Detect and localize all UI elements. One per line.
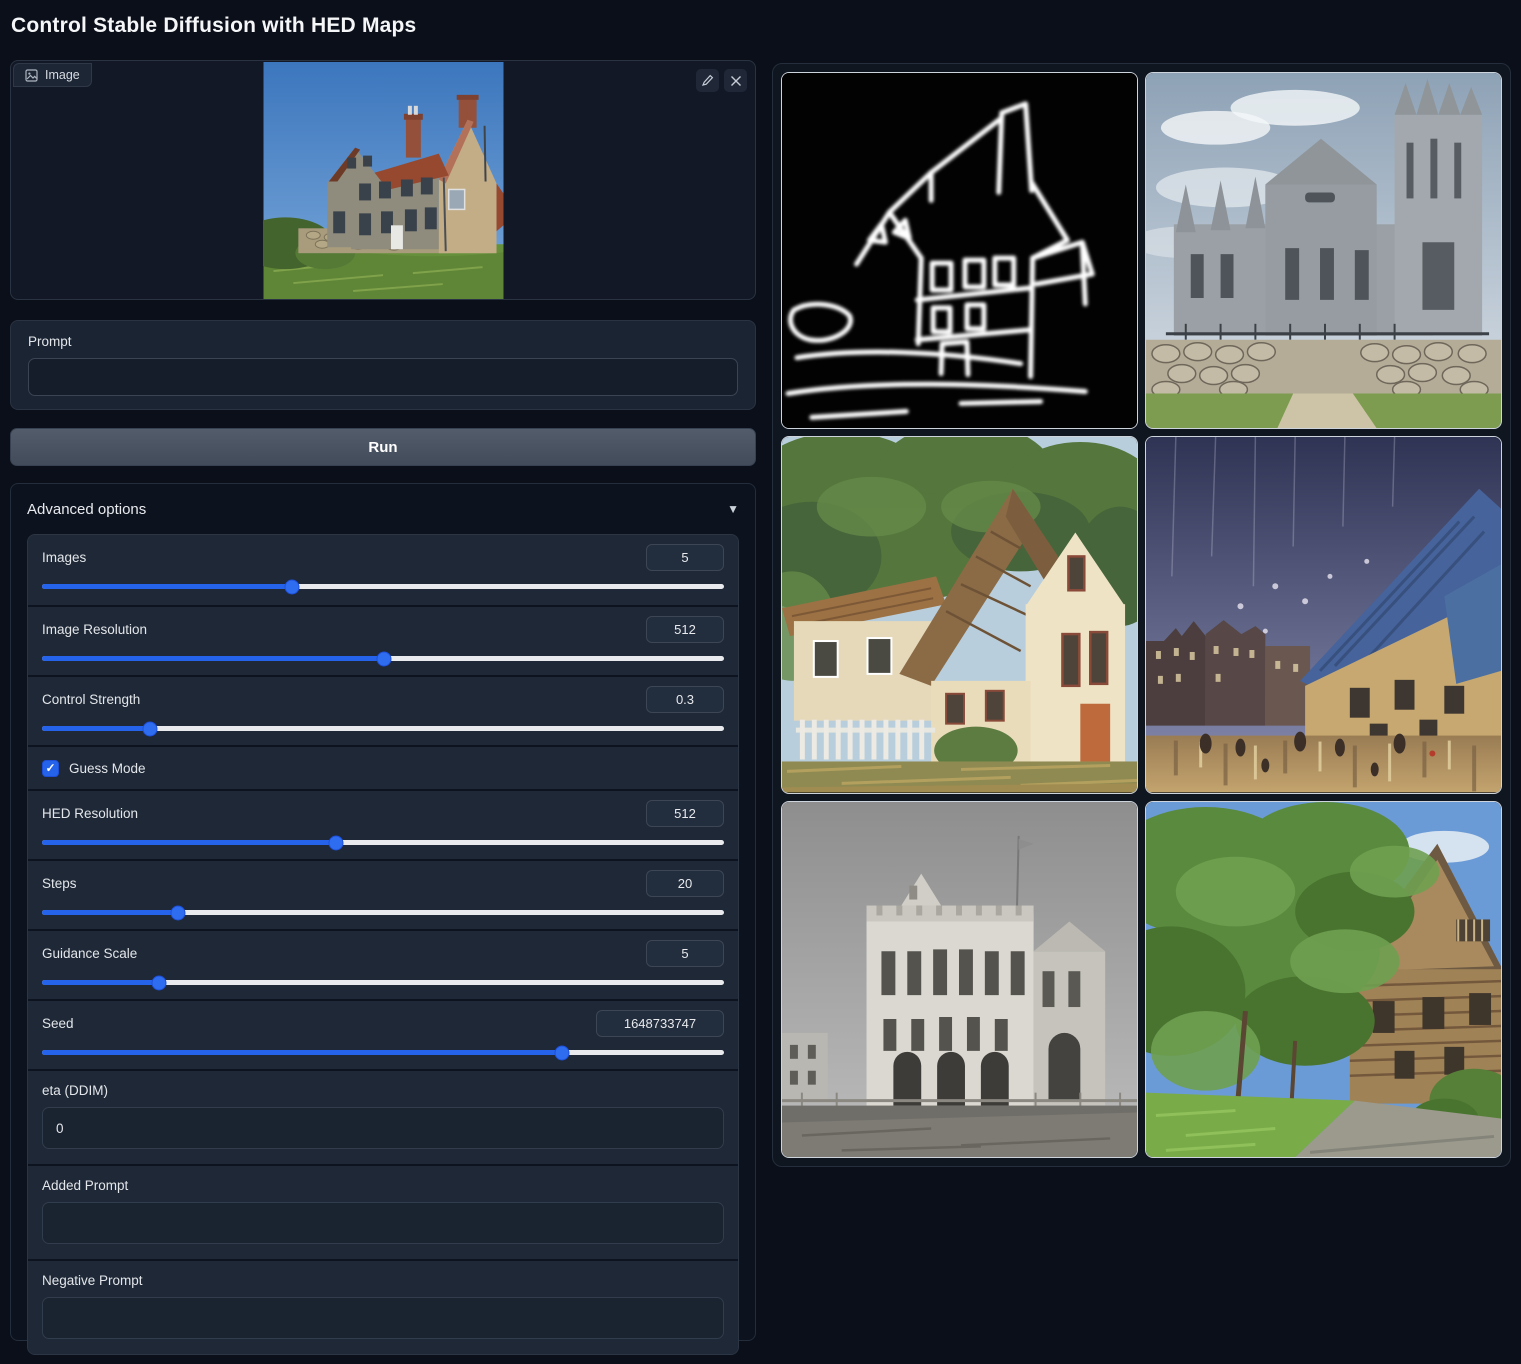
slider-thumb[interactable] [142,721,157,736]
image-resolution-slider[interactable] [42,656,724,661]
steps-number-input[interactable]: 20 [646,870,724,897]
prompt-input[interactable] [28,358,738,396]
dusk-street-illustration [1146,437,1501,792]
eta-row: eta (DDIM) 0 [28,1069,738,1164]
cream-cottage-illustration [782,437,1137,792]
advanced-options-panel: Advanced options ▼ Images 5 Image Resolu… [10,483,756,1341]
seed-number-input[interactable]: 1648733747 [596,1010,724,1037]
slider-fill [42,840,336,845]
uploaded-image[interactable] [263,62,504,299]
prompt-label: Prompt [28,334,738,349]
app-window: Control Stable Diffusion with HED Maps I… [0,0,1521,1364]
images-number-input[interactable]: 5 [646,544,724,571]
hed-resolution-slider[interactable] [42,840,724,845]
slider-thumb[interactable] [171,905,186,920]
hed-edge-map-illustration [782,73,1137,428]
seed-slider-row: Seed 1648733747 [28,999,738,1069]
guidance-scale-slider[interactable] [42,980,724,985]
house-photo-illustration [263,62,504,299]
images-slider-row: Images 5 [28,535,738,605]
added-prompt-input[interactable] [42,1202,724,1244]
gallery-item-cream-cottage-painting[interactable] [781,436,1138,793]
image-resolution-number-input[interactable]: 512 [646,616,724,643]
guess-mode-checkbox[interactable]: ✓ [42,760,59,777]
images-label: Images [42,550,86,565]
seed-label: Seed [42,1016,74,1031]
added-prompt-label: Added Prompt [42,1178,724,1193]
gallery-item-tree-covered-house[interactable] [1145,801,1502,1158]
gothic-cathedral-illustration [1146,73,1501,428]
slider-fill [42,910,178,915]
negative-prompt-input[interactable] [42,1297,724,1339]
slider-thumb[interactable] [377,651,392,666]
close-icon [730,75,742,87]
gallery-item-grayscale-mansion[interactable] [781,801,1138,1158]
negative-prompt-label: Negative Prompt [42,1273,724,1288]
control-strength-slider[interactable] [42,726,724,731]
grayscale-mansion-illustration [782,802,1137,1157]
gallery-item-hed-edge-map[interactable] [781,72,1138,429]
image-tab-label: Image [45,68,80,82]
advanced-options-title: Advanced options [27,501,146,518]
slider-fill [42,584,292,589]
negative-prompt-row: Negative Prompt [28,1259,738,1354]
tree-covered-house-illustration [1146,802,1501,1157]
control-strength-label: Control Strength [42,692,140,707]
gallery-item-dusk-street-painting[interactable] [1145,436,1502,793]
image-icon [25,69,38,82]
slider-fill [42,656,384,661]
slider-fill [42,980,159,985]
advanced-options-header[interactable]: Advanced options ▼ [27,484,739,534]
slider-thumb[interactable] [555,1045,570,1060]
edit-image-button[interactable] [696,69,719,92]
slider-thumb[interactable] [151,975,166,990]
advanced-options-form: Images 5 Image Resolution 512 [27,534,739,1355]
page-title: Control Stable Diffusion with HED Maps [11,14,416,38]
collapse-caret-icon: ▼ [727,502,739,516]
hed-resolution-number-input[interactable]: 512 [646,800,724,827]
pencil-icon [701,74,714,87]
slider-thumb[interactable] [285,579,300,594]
input-image-component: Image [10,60,756,300]
guidance-scale-slider-row: Guidance Scale 5 [28,929,738,999]
slider-fill [42,1050,562,1055]
hed-resolution-slider-row: HED Resolution 512 [28,789,738,859]
image-tab[interactable]: Image [13,63,92,87]
results-gallery [772,63,1511,1167]
guess-mode-row: ✓ Guess Mode [28,745,738,789]
hed-resolution-label: HED Resolution [42,806,138,821]
run-button[interactable]: Run [10,428,756,466]
steps-slider[interactable] [42,910,724,915]
image-resolution-label: Image Resolution [42,622,147,637]
gallery-item-gothic-cathedral[interactable] [1145,72,1502,429]
added-prompt-row: Added Prompt [28,1164,738,1259]
eta-label: eta (DDIM) [42,1083,724,1098]
prompt-block: Prompt [10,320,756,410]
seed-slider[interactable] [42,1050,724,1055]
eta-input[interactable]: 0 [42,1107,724,1149]
slider-thumb[interactable] [328,835,343,850]
guidance-scale-number-input[interactable]: 5 [646,940,724,967]
guidance-scale-label: Guidance Scale [42,946,137,961]
control-strength-slider-row: Control Strength 0.3 [28,675,738,745]
control-strength-number-input[interactable]: 0.3 [646,686,724,713]
steps-label: Steps [42,876,77,891]
image-resolution-slider-row: Image Resolution 512 [28,605,738,675]
guess-mode-label: Guess Mode [69,761,146,776]
slider-fill [42,726,150,731]
images-slider[interactable] [42,584,724,589]
clear-image-button[interactable] [724,69,747,92]
image-actions [696,69,747,92]
steps-slider-row: Steps 20 [28,859,738,929]
